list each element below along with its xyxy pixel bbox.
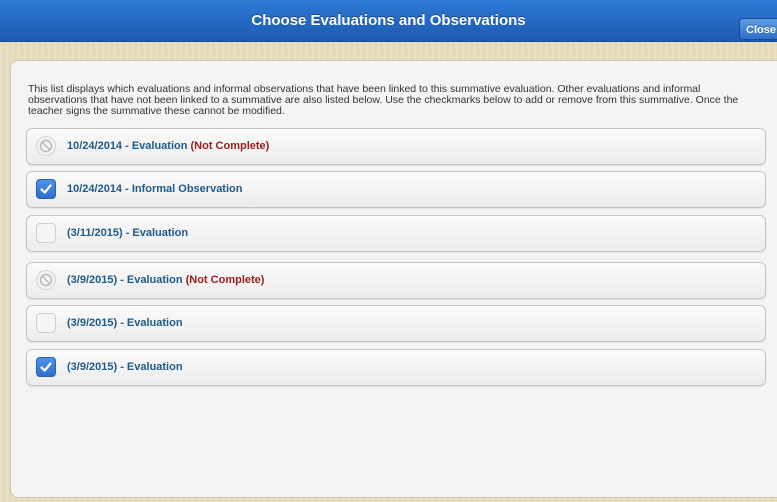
disabled-circle-icon xyxy=(36,136,56,156)
checkbox-checked-icon[interactable] xyxy=(36,357,56,377)
item-title: 10/24/2014 - Informal Observation xyxy=(67,183,243,195)
disabled-circle-icon xyxy=(36,270,56,290)
item-title: (3/9/2015) - Evaluation xyxy=(67,361,183,373)
list-item[interactable]: (3/9/2015) - Evaluation xyxy=(26,349,766,386)
list-item[interactable]: (3/9/2015) - Evaluation (Not Complete) xyxy=(26,262,766,299)
item-title: (3/11/2015) - Evaluation xyxy=(67,227,189,239)
list-item[interactable]: (3/11/2015) - Evaluation xyxy=(26,215,766,252)
list-item-label: (3/9/2015) - Evaluation (Not Complete) xyxy=(67,274,264,286)
list-item[interactable]: 10/24/2014 - Evaluation (Not Complete) xyxy=(26,128,766,165)
intro-text: This list displays which evaluations and… xyxy=(28,83,739,117)
item-title: 10/24/2014 - Evaluation xyxy=(67,140,188,152)
list-item-label: (3/9/2015) - Evaluation xyxy=(67,361,183,373)
close-button[interactable]: Close xyxy=(739,18,777,40)
checkbox-empty-icon[interactable] xyxy=(36,313,56,333)
dialog-titlebar: Choose Evaluations and Observations xyxy=(0,0,777,42)
dialog-title: Choose Evaluations and Observations xyxy=(251,12,526,29)
list-item-label: 10/24/2014 - Evaluation (Not Complete) xyxy=(67,140,269,152)
item-title: (3/9/2015) - Evaluation xyxy=(67,274,183,286)
list-item-label: (3/11/2015) - Evaluation xyxy=(67,227,188,239)
checkbox-empty-icon[interactable] xyxy=(36,223,56,243)
list-item-label: 10/24/2014 - Informal Observation xyxy=(67,183,242,195)
checkbox-checked-icon[interactable] xyxy=(36,179,56,199)
list-item[interactable]: (3/9/2015) - Evaluation xyxy=(26,305,766,342)
item-status: (Not Complete) xyxy=(190,140,270,152)
item-status: (Not Complete) xyxy=(185,274,265,286)
list-item[interactable]: 10/24/2014 - Informal Observation xyxy=(26,171,766,208)
item-title: (3/9/2015) - Evaluation xyxy=(67,317,183,329)
list-item-label: (3/9/2015) - Evaluation xyxy=(67,317,183,329)
